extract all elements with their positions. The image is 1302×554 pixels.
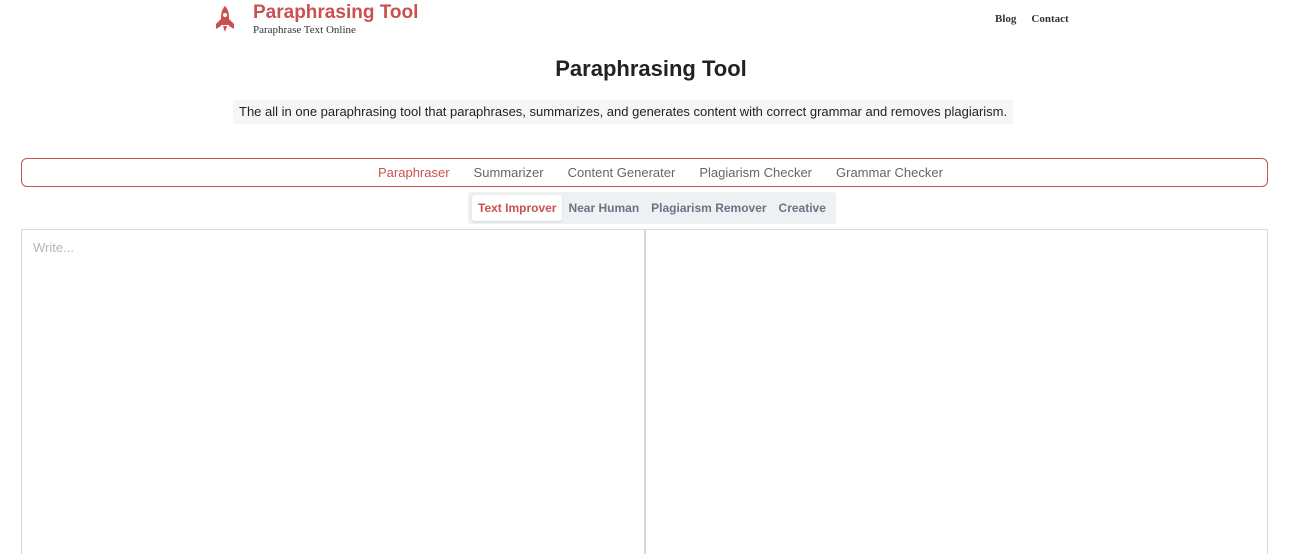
top-nav: Blog Contact — [995, 13, 1069, 25]
input-textarea[interactable] — [22, 230, 644, 554]
tab-paraphraser[interactable]: Paraphraser — [366, 158, 462, 187]
page-title: Paraphrasing Tool — [555, 56, 747, 81]
brand-title[interactable]: Paraphrasing Tool — [253, 2, 418, 24]
tab-content-generater[interactable]: Content Generater — [556, 158, 688, 187]
page: Paraphrasing Tool Paraphrase Text Online… — [0, 0, 1302, 554]
tab-summarizer[interactable]: Summarizer — [462, 158, 556, 187]
mode-selector: Text Improver Near Human Plagiarism Remo… — [468, 192, 836, 224]
page-description: The all in one paraphrasing tool that pa… — [233, 100, 1014, 124]
rocket-icon[interactable] — [214, 5, 236, 33]
nav-link-contact[interactable]: Contact — [1031, 13, 1068, 25]
nav-link-blog[interactable]: Blog — [995, 13, 1016, 25]
output-pane[interactable] — [648, 230, 1267, 554]
tab-grammar-checker[interactable]: Grammar Checker — [824, 158, 955, 187]
tab-plagiarism-checker[interactable]: Plagiarism Checker — [687, 158, 824, 187]
mode-text-improver[interactable]: Text Improver — [472, 195, 563, 221]
editor — [21, 229, 1268, 554]
header: Paraphrasing Tool Paraphrase Text Online… — [0, 0, 1302, 44]
mode-plagiarism-remover[interactable]: Plagiarism Remover — [645, 195, 772, 221]
mode-creative[interactable]: Creative — [773, 195, 832, 221]
mode-near-human[interactable]: Near Human — [562, 195, 645, 221]
tool-tabs: Paraphraser Summarizer Content Generater… — [366, 158, 955, 187]
input-pane — [22, 230, 646, 554]
brand-subtitle: Paraphrase Text Online — [253, 24, 356, 36]
